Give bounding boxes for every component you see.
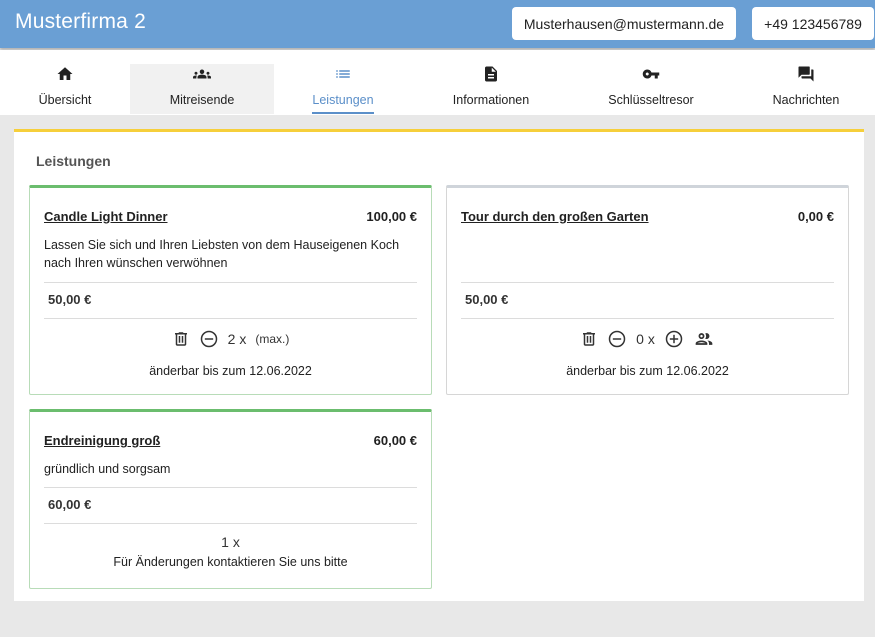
increase-icon[interactable] (664, 329, 684, 349)
quantity-value: 0 x (636, 331, 655, 347)
service-total-price: 60,00 € (373, 433, 417, 448)
divider (461, 318, 834, 319)
section-title: Leistungen (36, 153, 111, 169)
key-icon (640, 64, 662, 84)
tab-schluesseltresor[interactable]: Schlüsseltresor (600, 64, 702, 114)
unit-price: 50,00 € (465, 292, 509, 307)
home-icon (56, 64, 74, 84)
service-card-garden-tour: Tour durch den großen Garten 0,00 € 50,0… (446, 185, 849, 395)
phone-button[interactable]: +49 123456789 (752, 7, 874, 40)
divider (461, 282, 834, 283)
tab-informationen[interactable]: Informationen (440, 64, 542, 114)
divider (44, 487, 417, 488)
email-button[interactable]: Musterhausen@mustermann.de (512, 7, 736, 40)
decrease-icon[interactable] (607, 329, 627, 349)
service-card-candle-light-dinner: Candle Light Dinner 100,00 € Lassen Sie … (29, 185, 432, 395)
divider (44, 282, 417, 283)
service-card-endreinigung: Endreinigung groß 60,00 € gründlich und … (29, 409, 432, 589)
participants-icon[interactable] (693, 329, 715, 349)
active-tab-indicator (312, 112, 374, 114)
divider (44, 523, 417, 524)
tab-nachrichten[interactable]: Nachrichten (762, 64, 850, 114)
quantity-display: 1 x (30, 534, 431, 550)
tab-mitreisende[interactable]: Mitreisende (130, 64, 274, 114)
tab-label: Nachrichten (772, 93, 840, 107)
service-description: gründlich und sorgsam (44, 462, 171, 476)
quantity-value: 1 x (221, 534, 240, 550)
quantity-controls: 2 x (max.) (30, 329, 431, 349)
top-header: Musterfirma 2 Musterhausen@mustermann.de… (0, 0, 875, 48)
delete-icon[interactable] (580, 329, 598, 349)
list-icon (334, 64, 352, 84)
quantity-controls: 0 x (447, 329, 848, 349)
service-total-price: 0,00 € (797, 209, 834, 224)
tab-leistungen[interactable]: Leistungen (312, 64, 374, 114)
brand-title: Musterfirma 2 (15, 10, 146, 33)
quantity-value: 2 x (227, 331, 247, 347)
change-deadline: änderbar bis zum 12.06.2022 (149, 364, 312, 378)
tab-label: Übersicht (38, 93, 92, 107)
tab-label: Mitreisende (169, 93, 235, 107)
tab-label: Leistungen (312, 93, 374, 107)
service-description: Lassen Sie sich und Ihren Liebsten von d… (44, 238, 400, 270)
service-title[interactable]: Tour durch den großen Garten (461, 209, 649, 224)
service-total-price: 100,00 € (366, 209, 417, 224)
group-icon (191, 64, 213, 84)
service-title[interactable]: Candle Light Dinner (44, 209, 168, 224)
chat-icon (796, 64, 816, 84)
divider (44, 318, 417, 319)
tab-label: Informationen (452, 93, 530, 107)
tab-label: Schlüsseltresor (608, 93, 694, 107)
main-nav: Übersicht Mitreisende Leistungen Informa… (0, 50, 875, 115)
service-title[interactable]: Endreinigung groß (44, 433, 160, 448)
change-deadline: änderbar bis zum 12.06.2022 (566, 364, 729, 378)
unit-price: 50,00 € (48, 292, 92, 307)
tab-uebersicht[interactable]: Übersicht (0, 64, 130, 114)
contact-note: Für Änderungen kontaktieren Sie uns bitt… (113, 555, 348, 569)
max-label: (max.) (255, 332, 290, 346)
decrease-icon[interactable] (199, 329, 219, 349)
document-icon (482, 64, 500, 84)
delete-icon[interactable] (172, 329, 190, 349)
unit-price: 60,00 € (48, 497, 92, 512)
services-panel: Leistungen Candle Light Dinner 100,00 € … (14, 129, 864, 601)
